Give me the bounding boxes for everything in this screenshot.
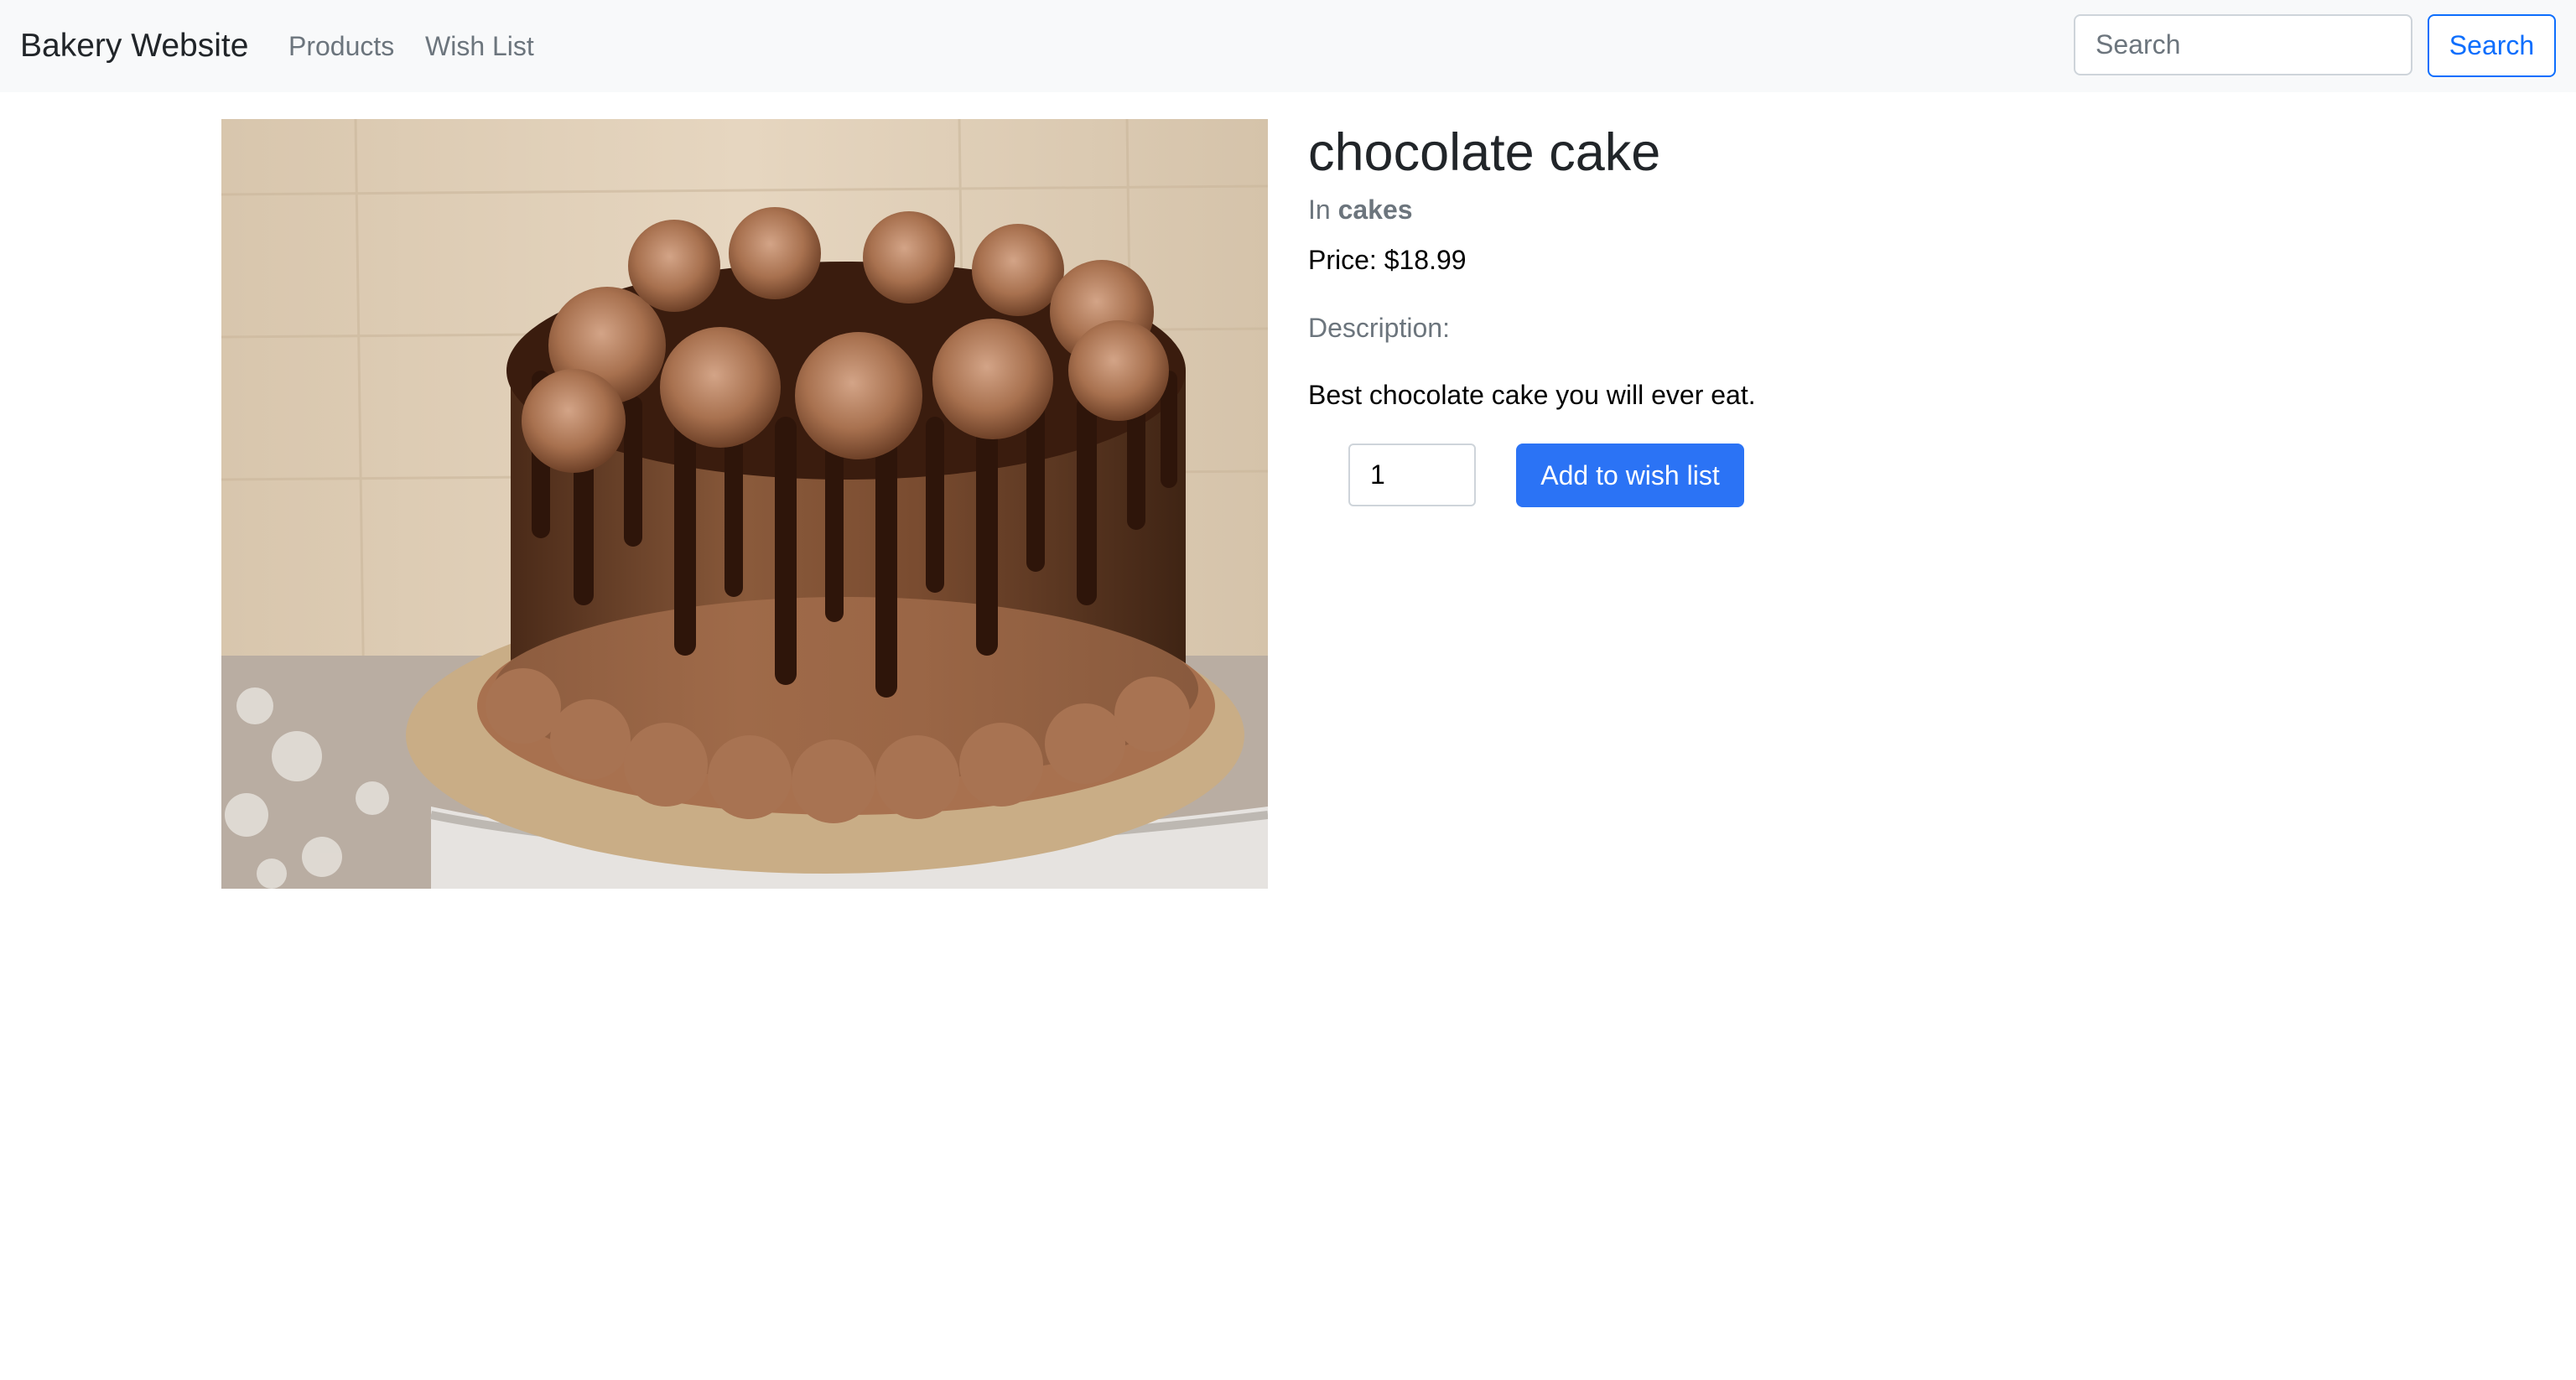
product-title: chocolate cake — [1308, 123, 1661, 182]
search-input[interactable] — [2074, 14, 2412, 75]
product-category-line: In cakes — [1308, 195, 1413, 226]
navbar: Bakery Website Products Wish List Search — [0, 0, 2576, 92]
brand-link[interactable]: Bakery Website — [20, 0, 248, 92]
nav-link-wish-list[interactable]: Wish List — [425, 0, 534, 92]
product-price: Price: $18.99 — [1308, 245, 1467, 275]
category-prefix: In — [1308, 195, 1331, 225]
description-label: Description: — [1308, 313, 1450, 343]
chocolate-cake-photo-icon — [221, 119, 1268, 889]
search-button[interactable]: Search — [2428, 14, 2556, 77]
quantity-input[interactable] — [1348, 444, 1476, 506]
category-name: cakes — [1337, 195, 1413, 225]
nav-link-products[interactable]: Products — [288, 0, 394, 92]
product-image — [221, 119, 1268, 889]
description-text: Best chocolate cake you will ever eat. — [1308, 380, 1756, 410]
add-to-wish-list-button[interactable]: Add to wish list — [1516, 444, 1744, 507]
